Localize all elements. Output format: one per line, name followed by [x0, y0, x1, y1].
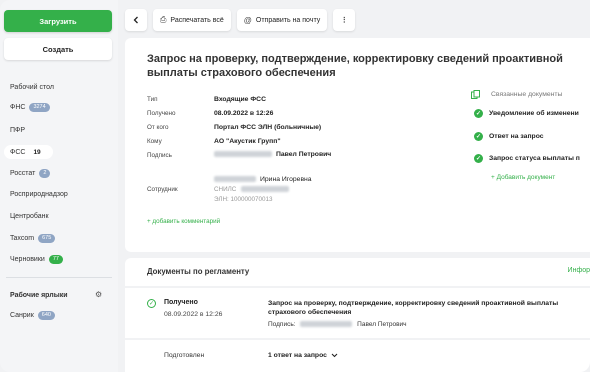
- related-doc-label: Уведомление об изменени: [489, 110, 579, 117]
- more-menu-button[interactable]: ⋮: [333, 9, 356, 31]
- row-status: Получено: [164, 299, 198, 306]
- send-email-button[interactable]: @ Отправить на почту: [236, 9, 328, 31]
- answers-toggle[interactable]: 1 ответ на запрос: [268, 352, 338, 359]
- sidebar-item-label: Черновики: [10, 255, 45, 263]
- answers-label: 1 ответ на запрос: [268, 352, 327, 359]
- sidebar-item-label: Taxcom: [10, 234, 35, 242]
- chevron-left-icon: [133, 16, 138, 24]
- regulation-row[interactable]: Подготовлен 1 ответ на запрос: [125, 340, 590, 372]
- document-title: Запрос на проверку, подтверждение, корре…: [147, 53, 563, 79]
- sidebar-item-label: Росприроднадзор: [10, 190, 68, 198]
- related-doc-label: Запрос статуса выплаты п: [489, 155, 580, 162]
- sidebar-item-drafts[interactable]: Черновики 77: [4, 252, 63, 266]
- eln-value: ЭЛН: 100000070013: [214, 196, 273, 203]
- sidebar-item-rosprirodnadzor[interactable]: Росприроднадзор: [4, 187, 68, 201]
- redacted-text: [214, 176, 256, 183]
- redacted-text: [214, 151, 272, 158]
- row-sign-prefix: Подпись:: [268, 321, 296, 328]
- labels-section-title: Рабочие ярлыки: [4, 288, 68, 302]
- add-related-doc-link[interactable]: + Добавить документ: [491, 174, 555, 181]
- related-doc-item[interactable]: ✓ Ответ на запрос: [474, 132, 544, 141]
- from-value: Портал ФСС ЭЛН (больничные): [214, 124, 322, 131]
- labels-section-label: Рабочие ярлыки: [10, 291, 68, 299]
- count-badge: 77: [48, 254, 63, 264]
- related-doc-label: Ответ на запрос: [489, 133, 544, 140]
- from-label: От кого: [147, 124, 169, 131]
- sidebar-item-centrobank[interactable]: Центробанк: [4, 209, 49, 223]
- snils-label: СНИЛС: [214, 186, 237, 193]
- documents-icon: [471, 90, 480, 99]
- label-item-text: Санрик: [10, 311, 34, 319]
- count-badge: 19: [33, 148, 41, 156]
- to-value: АО "Акустик Групп": [214, 138, 281, 145]
- related-doc-item[interactable]: ✓ Запрос статуса выплаты п: [474, 154, 580, 163]
- chevron-down-icon: [331, 353, 338, 357]
- sign-value: Павел Петрович: [214, 151, 331, 158]
- at-sign-icon: @: [243, 15, 252, 25]
- redacted-text: [241, 186, 290, 193]
- row-sign-name: Павел Петрович: [357, 321, 407, 328]
- count-badge: 675: [38, 233, 56, 243]
- document-card: Запрос на проверку, подтверждение, корре…: [125, 38, 590, 252]
- label-item-sanrik[interactable]: Санрик 640: [4, 308, 55, 322]
- sidebar-item-fss[interactable]: ФСС 19: [4, 145, 53, 159]
- related-doc-item[interactable]: ✓ Уведомление об изменени: [474, 109, 579, 118]
- sidebar-item-label: ФСС: [10, 148, 26, 156]
- more-vertical-icon: ⋮: [340, 17, 348, 24]
- related-docs-title: Связанные документы: [491, 91, 563, 98]
- sign-name: Павел Петрович: [276, 151, 332, 158]
- row-status: Подготовлен: [164, 352, 205, 359]
- employee-value: Ирина Игоревна: [214, 176, 312, 183]
- create-button[interactable]: Создать: [4, 38, 112, 60]
- check-circle-icon: ✓: [147, 299, 156, 308]
- toolbar: ⎙ Распечатать всё @ Отправить на почту ⋮: [125, 9, 356, 31]
- sidebar-item-label: ФНС: [10, 103, 26, 111]
- sidebar-item-desktop[interactable]: Рабочий стол: [4, 80, 54, 94]
- sidebar-divider: [6, 277, 112, 278]
- row-signature: Подпись: Павел Петрович: [268, 321, 407, 328]
- app-window: Загрузить Создать Рабочий стол ФНС 3274 …: [0, 0, 590, 372]
- to-label: Кому: [147, 138, 162, 145]
- count-badge: 3274: [29, 102, 50, 112]
- received-label: Получено: [147, 110, 176, 117]
- sidebar-item-label: Рабочий стол: [10, 83, 54, 91]
- regulation-title: Документы по регламенту: [147, 267, 250, 276]
- regulation-row[interactable]: ✓ Получено 08.09.2022 в 12:26 Запрос на …: [125, 288, 590, 338]
- sidebar-item-pfr[interactable]: ПФР: [4, 123, 25, 137]
- row-doc-title: Запрос на проверку, подтверждение, корре…: [268, 300, 559, 316]
- count-badge: 2: [39, 168, 51, 178]
- count-badge: 640: [37, 310, 55, 320]
- sidebar-item-taxcom[interactable]: Taxcom 675: [4, 231, 56, 245]
- sign-label: Подпись: [147, 152, 172, 159]
- print-all-button[interactable]: ⎙ Распечатать всё: [153, 9, 231, 31]
- upload-button[interactable]: Загрузить: [4, 10, 112, 32]
- type-label: Тип: [147, 96, 158, 103]
- regulation-info-link[interactable]: Инфор: [568, 267, 590, 274]
- check-icon: ✓: [474, 132, 483, 141]
- send-email-label: Отправить на почту: [255, 16, 321, 24]
- sidebar: Загрузить Создать Рабочий стол ФНС 3274 …: [0, 0, 118, 372]
- regulation-header: Документы по регламенту Инфор: [125, 258, 590, 286]
- print-all-label: Распечатать всё: [170, 16, 224, 24]
- check-icon: ✓: [474, 109, 483, 118]
- gear-icon[interactable]: ⚙: [95, 290, 102, 299]
- sidebar-item-label: Росстат: [10, 169, 36, 177]
- snils-value: СНИЛС: [214, 186, 290, 193]
- back-button[interactable]: [125, 9, 147, 31]
- employee-name: Ирина Игоревна: [260, 176, 312, 183]
- employee-label: Сотрудник: [147, 186, 178, 193]
- printer-icon: ⎙: [160, 15, 167, 24]
- check-icon: ✓: [474, 154, 483, 163]
- add-comment-link[interactable]: + добавить комментарий: [147, 218, 220, 225]
- row-date: 08.09.2022 в 12:26: [164, 311, 223, 318]
- sidebar-item-fns[interactable]: ФНС 3274: [4, 100, 50, 114]
- redacted-text: [300, 321, 353, 328]
- sidebar-item-label: Центробанк: [10, 212, 49, 220]
- received-value: 08.09.2022 в 12:26: [214, 110, 274, 117]
- sidebar-item-rosstat[interactable]: Росстат 2: [4, 166, 51, 180]
- type-value: Входящие ФСС: [214, 96, 266, 103]
- sidebar-item-label: ПФР: [10, 126, 26, 134]
